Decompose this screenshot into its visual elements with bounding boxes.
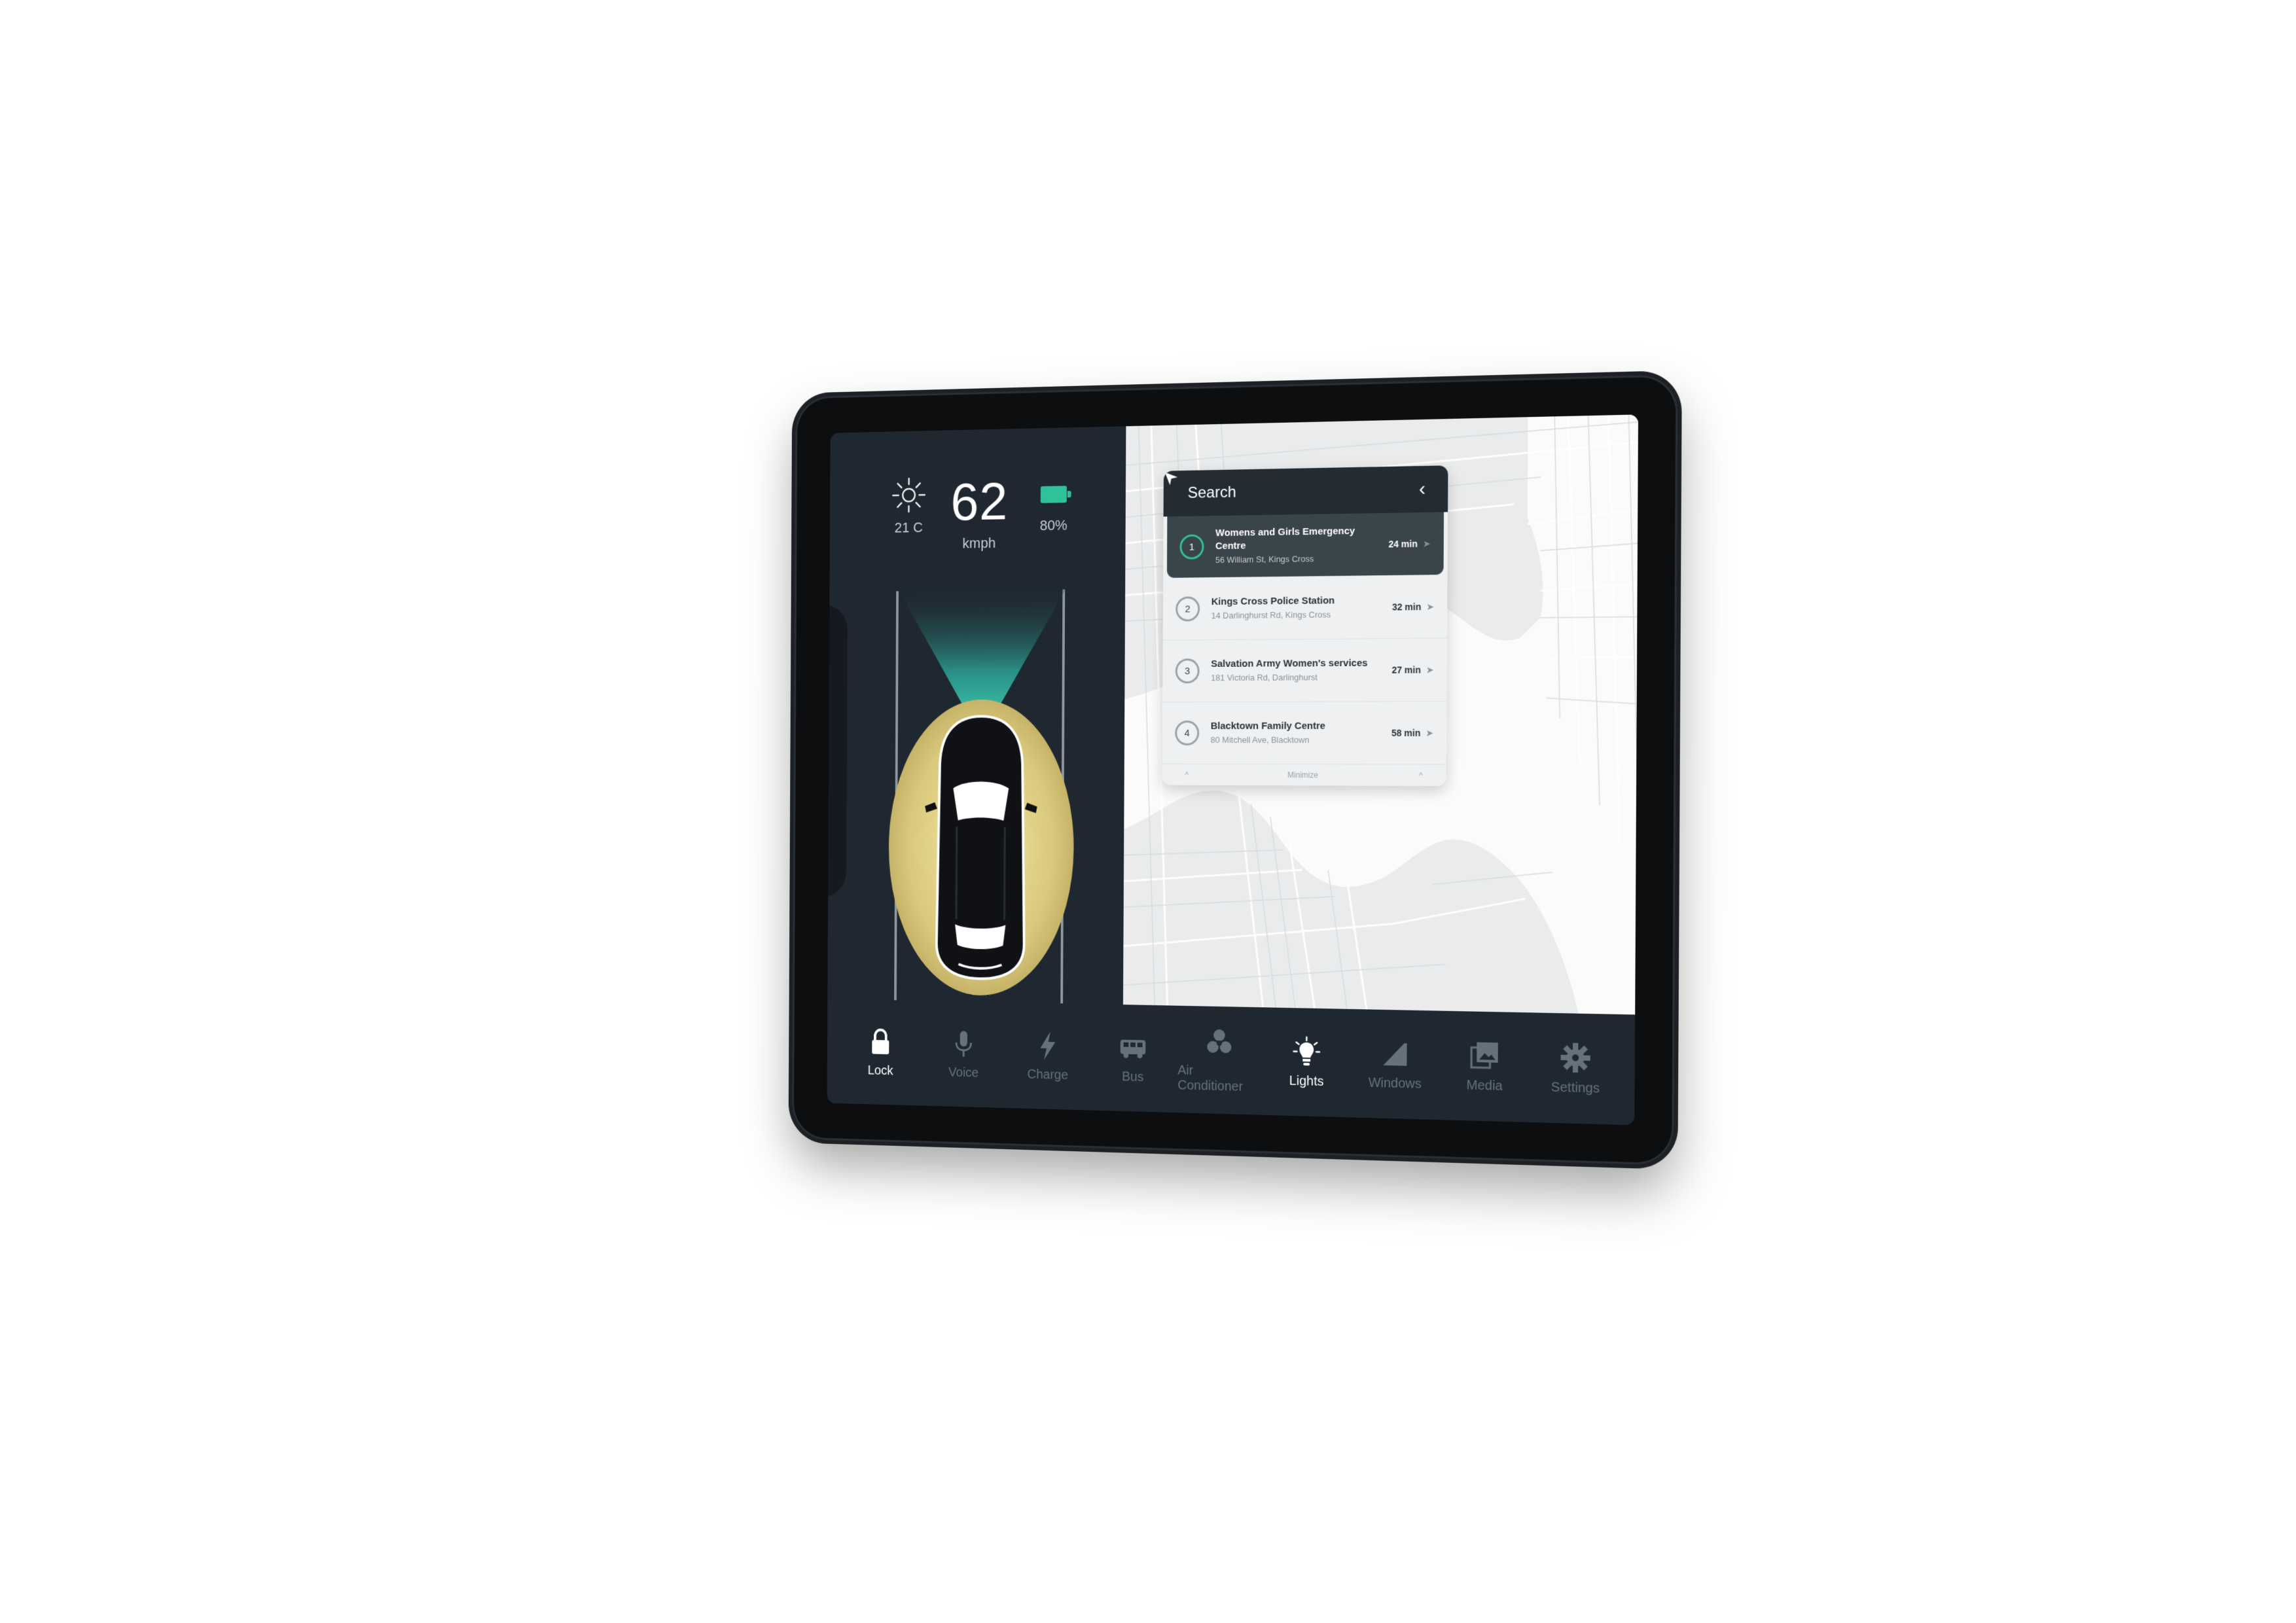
screen: 21 C 62 kmph 80% Search ‹ 1 Womens and G… (827, 414, 1639, 1126)
navigate-icon[interactable]: ➤ (1423, 538, 1431, 549)
result-address: 181 Victoria Rd, Darlinghurst (1211, 672, 1318, 683)
lightning-icon (1040, 1031, 1056, 1060)
nav-media[interactable]: Media (1441, 1039, 1528, 1095)
result-time: 58 min (1391, 727, 1421, 739)
sun-icon (891, 476, 927, 515)
nav-label: Voice (948, 1065, 979, 1080)
speed-stat: 62 kmph (936, 472, 1022, 552)
nav-label: Air Conditioner (1177, 1063, 1244, 1094)
chevron-left-icon[interactable]: ‹ (1412, 478, 1432, 501)
bulb-icon (1291, 1035, 1322, 1065)
car-top-view-icon (925, 713, 1037, 984)
search-result-1[interactable]: 1 Womens and Girls Emergency Centre 56 W… (1166, 512, 1444, 579)
nav-label: Charge (1027, 1067, 1068, 1082)
nav-label: Windows (1368, 1075, 1422, 1092)
nav-charge[interactable]: Charge (1007, 1029, 1088, 1083)
result-title: Womens and Girls Emergency Centre (1215, 525, 1355, 552)
result-title: Blacktown Family Centre (1210, 720, 1325, 732)
chevron-up-icon: ^ (1419, 770, 1423, 780)
battery-stat: 80% (1022, 473, 1085, 535)
result-title: Kings Cross Police Station (1211, 595, 1335, 608)
map-view[interactable]: Search ‹ 1 Womens and Girls Emergency Ce… (1122, 414, 1639, 1015)
result-index: 1 (1179, 534, 1204, 560)
result-address: 14 Darlinghurst Rd, Kings Cross (1211, 609, 1331, 621)
navigate-icon[interactable]: ➤ (1426, 664, 1434, 675)
search-panel: Search ‹ 1 Womens and Girls Emergency Ce… (1162, 465, 1448, 787)
adjacent-car (827, 604, 848, 898)
bus-icon (1120, 1039, 1146, 1058)
result-time: 24 min (1388, 538, 1418, 550)
vehicle-panel: 21 C 62 kmph 80% (827, 426, 1126, 1043)
nav-air-conditioner[interactable]: Air Conditioner (1177, 1026, 1261, 1096)
lock-icon (866, 1026, 895, 1054)
search-result-4[interactable]: 4 Blacktown Family Centre 80 Mitchell Av… (1162, 702, 1447, 765)
minimize-row[interactable]: ^ Minimize ^ (1162, 764, 1447, 786)
result-title: Salvation Army Women's services (1211, 657, 1368, 670)
result-address: 80 Mitchell Ave, Blacktown (1210, 734, 1310, 745)
nav-label: Lights (1289, 1073, 1324, 1089)
nav-settings[interactable]: Settings (1532, 1041, 1619, 1097)
navigate-icon[interactable]: ➤ (1426, 601, 1434, 612)
result-time: 32 min (1391, 601, 1422, 613)
minimize-label: Minimize (1287, 770, 1318, 780)
search-result-2[interactable]: 2 Kings Cross Police Station 14 Darlingh… (1162, 575, 1448, 641)
chevron-up-icon: ^ (1185, 770, 1189, 779)
temperature-stat: 21 C (881, 475, 936, 536)
battery-value: 80% (1039, 516, 1067, 534)
nav-bus[interactable]: Bus (1092, 1031, 1174, 1085)
media-icon (1469, 1042, 1498, 1072)
nav-lock[interactable]: Lock (841, 1026, 920, 1079)
battery-icon (1040, 486, 1067, 503)
result-time: 27 min (1391, 664, 1421, 675)
result-index: 2 (1175, 596, 1200, 622)
result-index: 3 (1175, 658, 1200, 684)
nav-windows[interactable]: Windows (1352, 1037, 1437, 1092)
speed-value: 62 (950, 472, 1009, 532)
fan-icon (1207, 1029, 1232, 1054)
nav-voice[interactable]: Voice (924, 1027, 1004, 1081)
nav-label: Media (1466, 1077, 1503, 1094)
speed-unit: kmph (962, 535, 996, 552)
navigate-icon[interactable]: ➤ (1426, 727, 1433, 738)
search-result-3[interactable]: 3 Salvation Army Women's services 181 Vi… (1162, 638, 1448, 703)
window-icon (1383, 1042, 1407, 1066)
nav-lights[interactable]: Lights (1265, 1035, 1349, 1090)
result-address: 56 William St, Kings Cross (1215, 554, 1314, 565)
nav-label: Settings (1551, 1079, 1600, 1096)
search-bar[interactable]: Search ‹ (1163, 465, 1448, 517)
gear-icon (1560, 1043, 1590, 1073)
bottom-nav-bar: Lock Voice Charge Bus Air Conditioner Li… (827, 999, 1636, 1126)
temperature-value: 21 C (894, 519, 924, 536)
microphone-icon (949, 1030, 978, 1060)
nav-label: Lock (867, 1063, 893, 1078)
stage: 21 C 62 kmph 80% Search ‹ 1 Womens and G… (0, 0, 2296, 1623)
nav-label: Bus (1122, 1069, 1144, 1084)
tablet-device: 21 C 62 kmph 80% Search ‹ 1 Womens and G… (792, 374, 1678, 1166)
result-index: 4 (1175, 721, 1200, 745)
search-label: Search (1187, 483, 1236, 502)
